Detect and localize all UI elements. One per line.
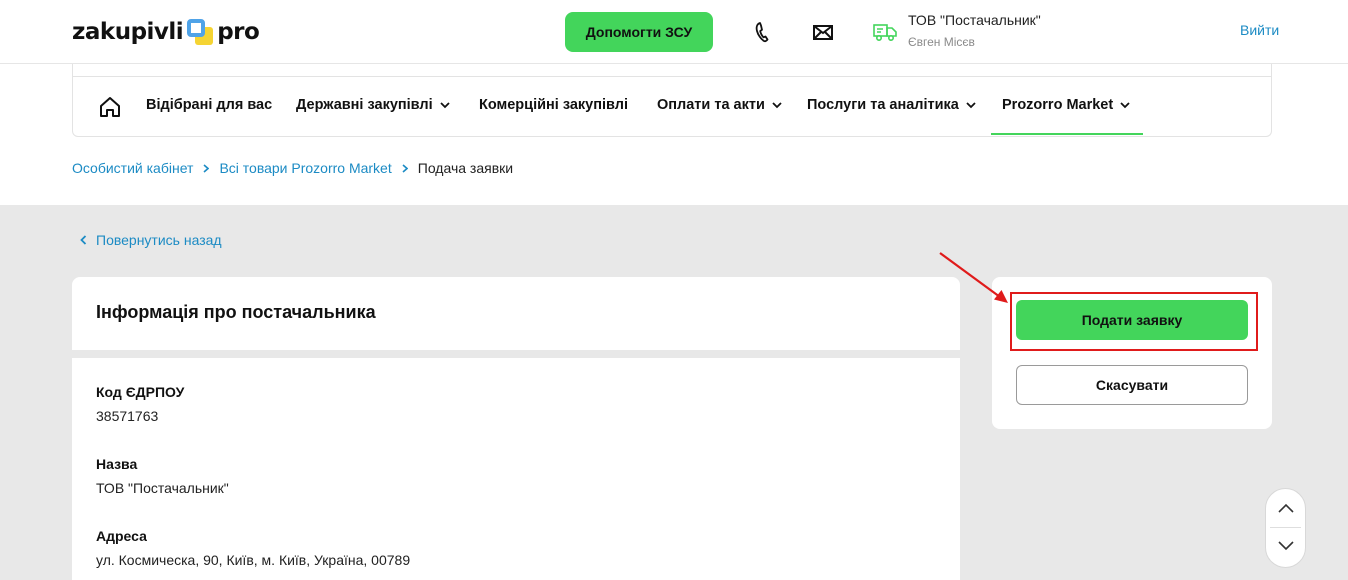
supplier-card-header: Інформація про постачальника (72, 277, 960, 350)
chevron-up-icon[interactable] (1276, 500, 1296, 516)
field-label-edrpou: Код ЄДРПОУ (96, 384, 185, 400)
phone-icon[interactable] (751, 20, 775, 44)
top-header: zakupivli pro Допомогти ЗСУ ТОВ "Постача… (0, 0, 1348, 64)
breadcrumb-current: Подача заявки (417, 160, 514, 176)
user-name: Євген Місєв (908, 35, 975, 49)
active-nav-indicator (991, 133, 1143, 135)
chevron-down-icon (772, 101, 782, 108)
logo-text-left: zakupivli (72, 19, 184, 45)
nav-item-label: Оплати та акти (657, 97, 765, 113)
chevron-down-icon (440, 101, 450, 108)
nav-item-payments-acts[interactable]: Оплати та акти (657, 97, 782, 113)
card-title: Інформація про постачальника (96, 302, 376, 322)
breadcrumb-link-all-products[interactable]: Всі товари Prozorro Market (219, 160, 391, 176)
breadcrumb-link-cabinet[interactable]: Особистий кабінет (72, 160, 193, 176)
logout-link[interactable]: Вийти (1240, 22, 1279, 38)
nav-top-frame (72, 64, 1272, 77)
nav-item-label: Послуги та аналітика (807, 97, 959, 113)
scroll-divider (1270, 527, 1301, 528)
chevron-right-icon (203, 163, 210, 173)
nav-item-commercial-procurement[interactable]: Комерційні закупівлі (479, 97, 628, 113)
organization-name[interactable]: ТОВ "Постачальник" (908, 12, 1041, 28)
chevron-down-icon (966, 101, 976, 108)
field-label-name: Назва (96, 456, 138, 472)
nav-item-label: Відібрані для вас (146, 97, 273, 113)
nav-item-prozorro-market[interactable]: Prozorro Market (1002, 97, 1130, 113)
nav-item-label: Prozorro Market (1002, 97, 1114, 113)
supplier-card-body: Код ЄДРПОУ 38571763 Назва ТОВ "Постачаль… (72, 358, 960, 580)
nav-item-selected-for-you[interactable]: Відібрані для вас (146, 97, 272, 113)
nav-item-services-analytics[interactable]: Послуги та аналітика (807, 97, 976, 113)
nav-item-label: Комерційні закупівлі (479, 97, 628, 113)
field-value-name: ТОВ "Постачальник" (96, 480, 229, 496)
field-value-address: ул. Космическа, 90, Київ, м. Київ, Украї… (96, 552, 411, 568)
nav-item-state-procurement[interactable]: Державні закупівлі (296, 97, 450, 113)
help-zsu-button[interactable]: Допомогти ЗСУ (565, 12, 713, 52)
breadcrumb: Особистий кабінет Всі товари Prozorro Ma… (72, 160, 513, 176)
field-value-edrpou: 38571763 (96, 408, 159, 424)
red-arrow-annotation (939, 252, 1008, 303)
chevron-left-icon (80, 235, 87, 245)
logo-mark-icon (185, 17, 215, 47)
chevron-down-icon[interactable] (1276, 538, 1296, 554)
logo-text-right: pro (217, 19, 260, 45)
back-link-label: Повернутись назад (96, 232, 222, 248)
red-highlight-annotation (1010, 292, 1258, 351)
site-logo[interactable]: zakupivli pro (72, 17, 260, 47)
chevron-right-icon (402, 163, 408, 173)
chevron-down-icon (1120, 101, 1130, 108)
truck-icon (873, 24, 897, 42)
back-link[interactable]: Повернутись назад (80, 232, 222, 248)
nav-item-label: Державні закупівлі (296, 97, 433, 113)
cancel-button[interactable]: Скасувати (1016, 365, 1248, 405)
field-label-address: Адреса (96, 528, 147, 544)
mail-icon[interactable] (811, 20, 835, 44)
main-navigation: Відібрані для вас Державні закупівлі Ком… (72, 77, 1272, 137)
home-icon[interactable] (98, 95, 122, 119)
